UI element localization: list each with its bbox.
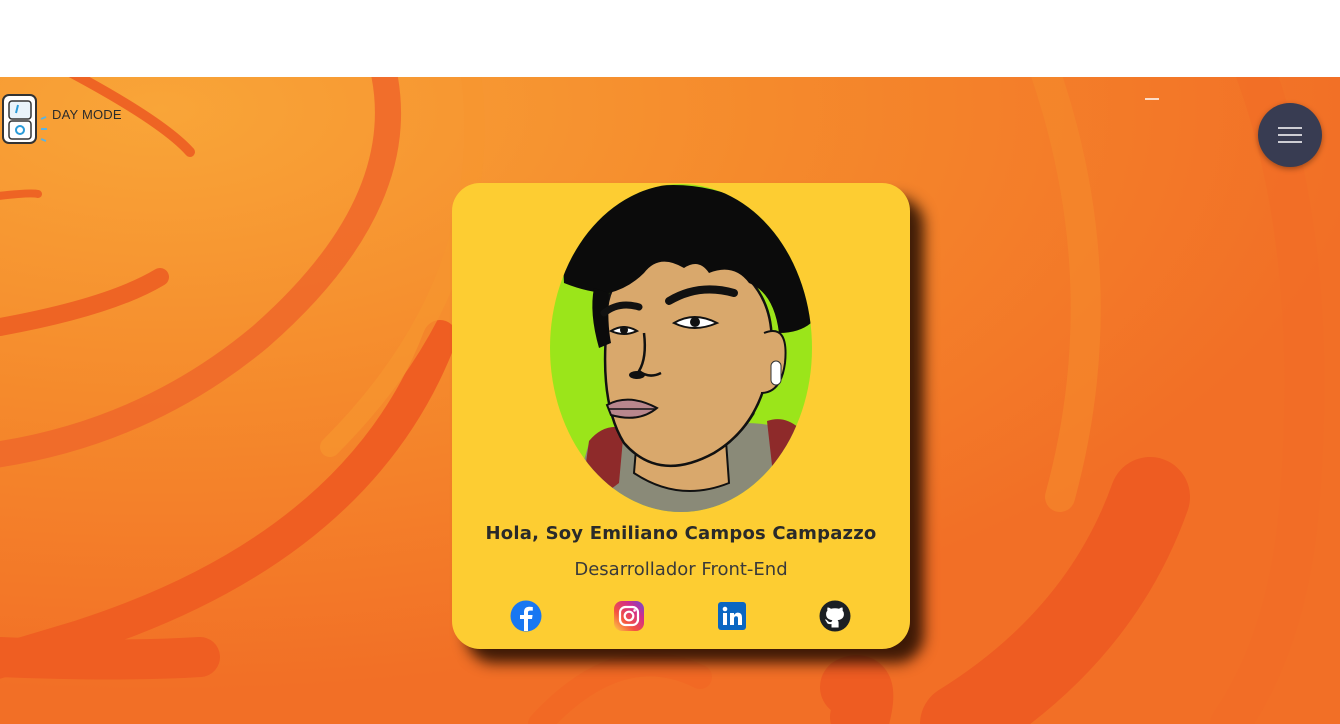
small-dash-decoration	[1145, 98, 1159, 100]
facebook-icon	[510, 600, 542, 632]
avatar-illustration	[550, 184, 812, 512]
linkedin-icon	[718, 602, 746, 630]
day-mode-toggle[interactable]: DAY MODE	[0, 93, 122, 145]
role-subtitle: Desarrollador Front-End	[574, 559, 788, 580]
social-links	[510, 600, 854, 632]
top-bar	[0, 0, 1340, 77]
linkedin-link[interactable]	[716, 600, 748, 632]
light-switch-icon	[2, 94, 47, 144]
instagram-link[interactable]	[613, 600, 645, 632]
greeting-heading: Hola, Soy Emiliano Campos Campazzo	[485, 523, 877, 544]
menu-button[interactable]	[1258, 103, 1322, 167]
profile-card: Hola, Soy Emiliano Campos Campazzo Desar…	[452, 183, 910, 649]
facebook-link[interactable]	[510, 600, 542, 632]
github-link[interactable]	[819, 600, 851, 632]
github-icon	[819, 600, 851, 632]
instagram-icon	[614, 601, 644, 631]
hamburger-icon	[1278, 127, 1302, 143]
day-mode-label: DAY MODE	[52, 107, 122, 122]
hero-section: DAY MODE Hola, Soy Emiliano Campos Campa…	[0, 77, 1340, 724]
